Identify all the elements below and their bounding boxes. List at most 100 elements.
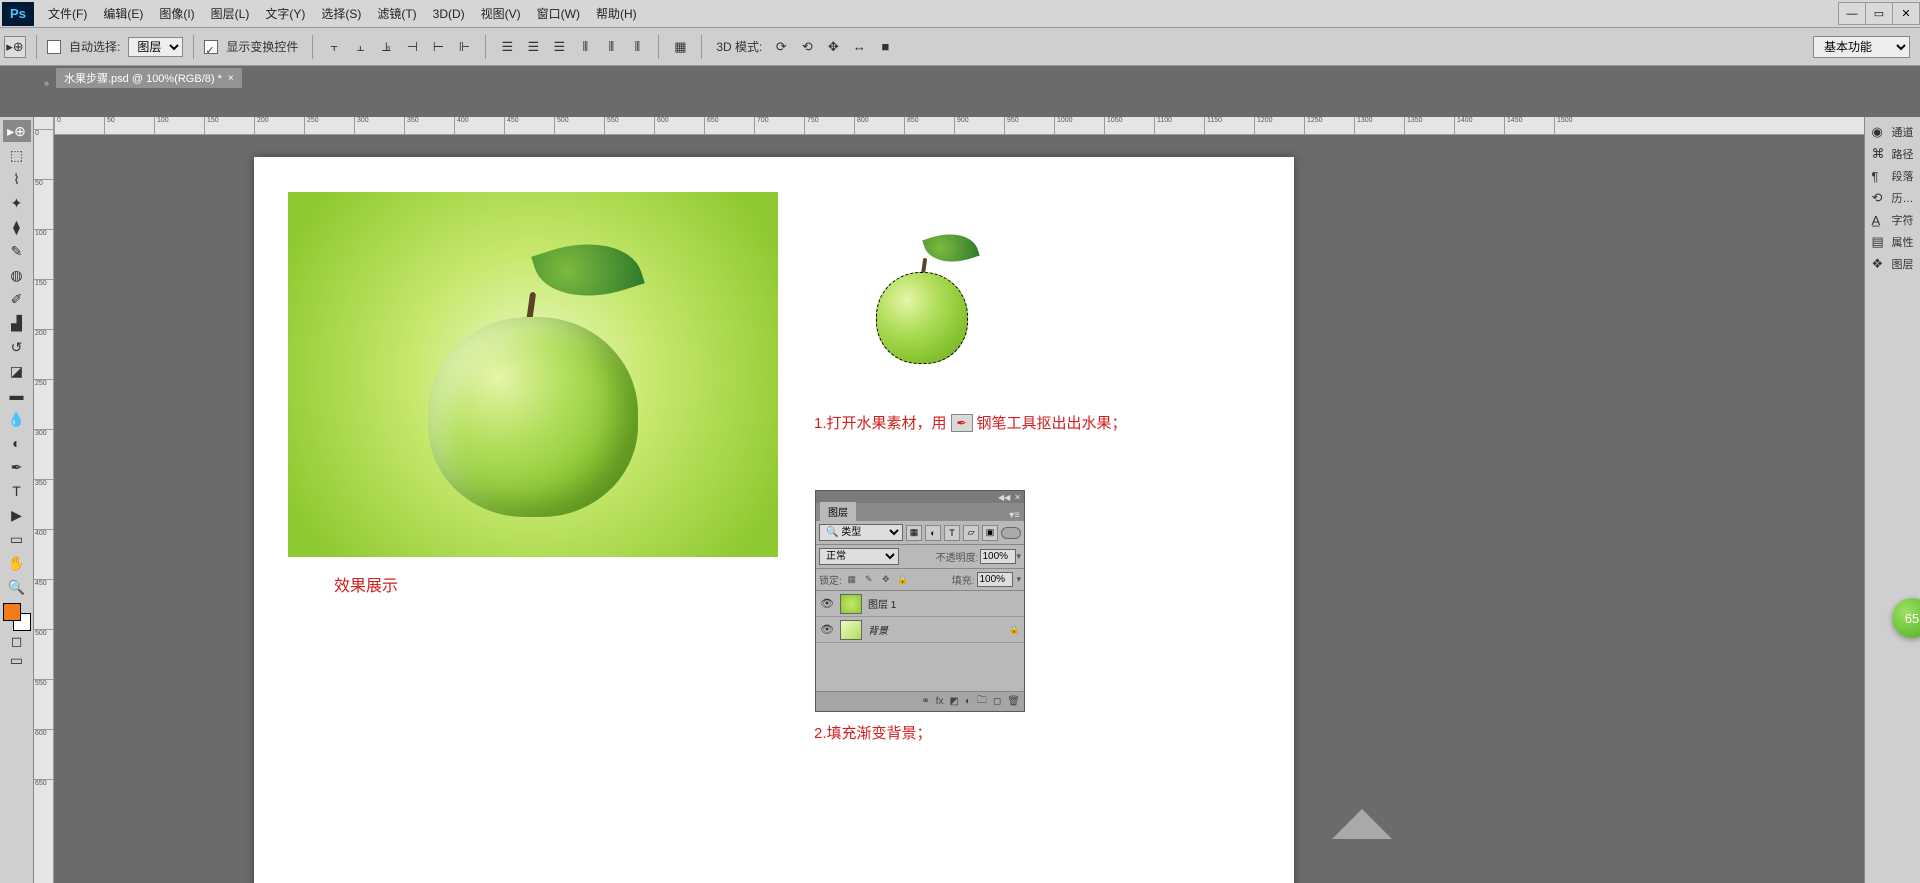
lock-transparency-icon[interactable]: ▦ [845,573,859,587]
delete-layer-icon[interactable]: 🗑 [1007,696,1020,707]
dock-properties[interactable]: ▤属性 [1868,231,1918,253]
collapse-icon[interactable]: ◀◀ [998,493,1010,502]
history-brush-tool[interactable]: ↺ [3,336,31,358]
filter-type-icon[interactable]: T [944,525,960,541]
3d-pan-icon[interactable]: ✥ [822,36,844,58]
document-tab[interactable]: 水果步骤.psd @ 100%(RGB/8) * × [56,68,242,88]
3d-zoom-icon[interactable]: ■ [874,36,896,58]
show-transform-checkbox[interactable] [204,40,218,54]
magic-wand-tool[interactable]: ✦ [3,192,31,214]
eraser-tool[interactable]: ◪ [3,360,31,382]
3d-orbit-icon[interactable]: ⟳ [770,36,792,58]
visibility-icon[interactable]: 👁 [820,623,834,636]
tool-preset-icon[interactable]: ▸⊕ [4,36,26,58]
gradient-tool[interactable]: ▬ [3,384,31,406]
tab-close-icon[interactable]: × [228,73,234,84]
dock-character[interactable]: A̲字符 [1868,209,1918,231]
menu-filter[interactable]: 滤镜(T) [369,1,424,26]
filter-shape-icon[interactable]: ▱ [963,525,979,541]
menu-window[interactable]: 窗口(W) [529,1,588,26]
fill-input[interactable] [977,572,1013,587]
group-icon[interactable]: 🗀 [977,693,987,710]
shape-tool[interactable]: ▭ [3,528,31,550]
healing-brush-tool[interactable]: ◍ [3,264,31,286]
inset-panel-tab[interactable]: 图层 [820,502,856,521]
screen-mode-toggle[interactable]: ▭ [5,652,29,668]
workspace-selector[interactable]: 基本功能 [1813,36,1910,58]
move-tool[interactable]: ▸⊕ [3,120,31,142]
quick-mask-toggle[interactable]: ◻ [5,633,29,649]
filter-adjust-icon[interactable]: ◐ [925,525,941,541]
marquee-tool[interactable]: ⬚ [3,144,31,166]
distribute-left-icon[interactable]: ⦀ [574,36,596,58]
visibility-icon[interactable]: 👁 [820,597,834,610]
color-swatches[interactable] [3,603,31,631]
path-select-tool[interactable]: ▶ [3,504,31,526]
pen-tool[interactable]: ✒ [3,456,31,478]
distribute-vcenter-icon[interactable]: ☰ [522,36,544,58]
menu-image[interactable]: 图像(I) [151,1,202,26]
opacity-input[interactable] [980,549,1016,564]
dodge-tool[interactable]: ◐ [3,432,31,454]
tab-overflow-icon[interactable]: » [42,78,56,88]
align-vcenter-icon[interactable]: ⫠ [349,36,371,58]
menu-layer[interactable]: 图层(L) [203,1,258,26]
menu-file[interactable]: 文件(F) [40,1,95,26]
eyedropper-tool[interactable]: ✎ [3,240,31,262]
layer-thumbnail[interactable] [840,594,862,614]
menu-type[interactable]: 文字(Y) [257,1,313,26]
menu-3d[interactable]: 3D(D) [425,3,473,25]
dock-paths[interactable]: ⌘路径 [1868,143,1918,165]
dock-paragraph[interactable]: ¶段落 [1868,165,1918,187]
clone-stamp-tool[interactable]: ▟ [3,312,31,334]
panel-close-icon[interactable]: ✕ [1014,493,1021,502]
lock-pixels-icon[interactable]: ✎ [862,573,876,587]
hand-tool[interactable]: ✋ [3,552,31,574]
layer-thumbnail[interactable] [840,620,862,640]
align-top-icon[interactable]: ⫟ [323,36,345,58]
layer-row[interactable]: 👁 背景 🔒 [816,617,1024,643]
type-tool[interactable]: T [3,480,31,502]
layer-fx-icon[interactable]: fx [936,696,944,707]
lasso-tool[interactable]: ⌇ [3,168,31,190]
lock-all-icon[interactable]: 🔒 [896,573,910,587]
filter-toggle[interactable] [1001,527,1021,539]
distribute-bottom-icon[interactable]: ☰ [548,36,570,58]
menu-view[interactable]: 视图(V) [473,1,529,26]
document-canvas[interactable]: 效果展示 1.打开水果素材，用 ✒ 钢笔工具抠出出水果； 2.填充渐变背景； ◀… [254,157,1294,883]
lock-position-icon[interactable]: ✥ [879,573,893,587]
dock-history[interactable]: ⟲历… [1868,187,1918,209]
layer-mask-icon[interactable]: ◩ [949,696,958,707]
layer-filter-kind[interactable]: 🔍 类型 [819,524,903,541]
inset-panel-menu-icon[interactable]: ▾≡ [1009,510,1020,521]
layer-name[interactable]: 背景 [868,622,888,637]
layer-row[interactable]: 👁 图层 1 [816,591,1024,617]
distribute-hcenter-icon[interactable]: ⦀ [600,36,622,58]
align-left-icon[interactable]: ⊣ [401,36,423,58]
filter-smart-icon[interactable]: ▣ [982,525,998,541]
adjustment-layer-icon[interactable]: ◐ [965,696,971,707]
blur-tool[interactable]: 💧 [3,408,31,430]
menu-select[interactable]: 选择(S) [313,1,369,26]
close-button[interactable]: ✕ [1892,2,1920,25]
auto-select-target[interactable]: 图层 [128,37,183,57]
filter-pixel-icon[interactable]: ▦ [906,525,922,541]
zoom-tool[interactable]: 🔍 [3,576,31,598]
auto-align-icon[interactable]: ▦ [669,36,691,58]
dock-layers[interactable]: ❖图层 [1868,253,1918,275]
link-layers-icon[interactable]: ⚭ [921,696,929,707]
menu-edit[interactable]: 编辑(E) [95,1,151,26]
menu-help[interactable]: 帮助(H) [588,1,645,26]
auto-select-checkbox[interactable] [47,40,61,54]
align-right-icon[interactable]: ⊩ [453,36,475,58]
foreground-color-swatch[interactable] [3,603,21,621]
crop-tool[interactable]: ⧫ [3,216,31,238]
minimize-button[interactable]: — [1838,2,1866,25]
align-hcenter-icon[interactable]: ⊢ [427,36,449,58]
brush-tool[interactable]: ✐ [3,288,31,310]
distribute-right-icon[interactable]: ⦀ [626,36,648,58]
distribute-top-icon[interactable]: ☰ [496,36,518,58]
3d-slide-icon[interactable]: ↔ [848,36,870,58]
new-layer-icon[interactable]: ◻ [993,696,1001,707]
blend-mode-select[interactable]: 正常 [819,548,899,565]
